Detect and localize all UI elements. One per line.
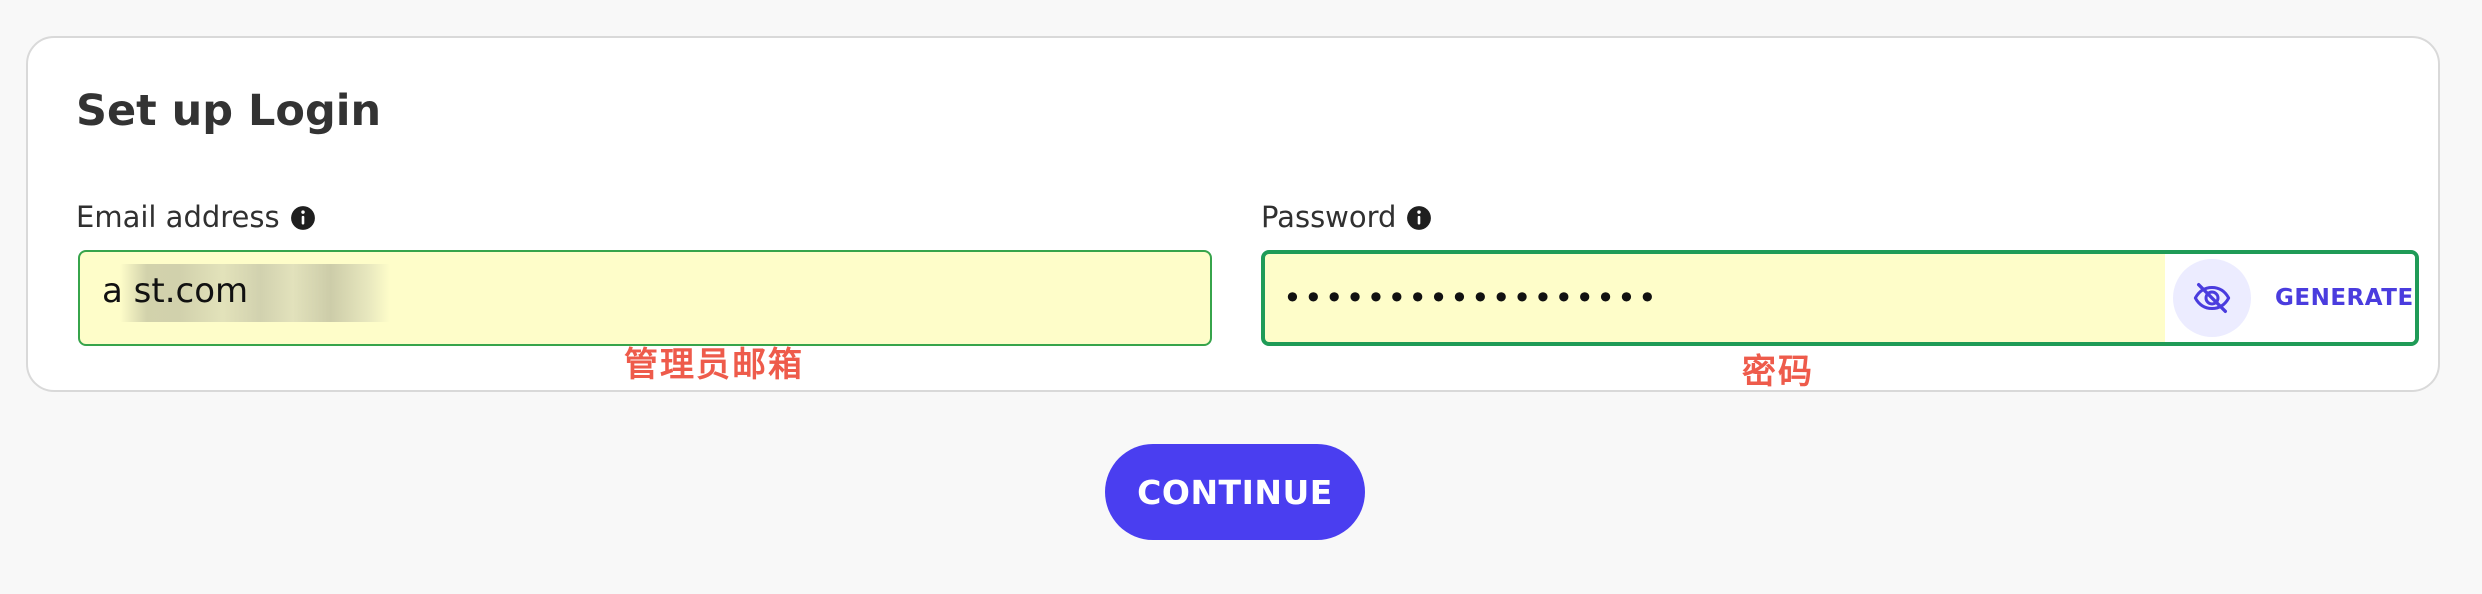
password-label-row: Password <box>1261 203 1432 232</box>
info-icon <box>1407 205 1432 230</box>
password-actions: GENERATE <box>2165 254 2415 342</box>
email-field[interactable]: a st.com <box>78 250 1212 346</box>
info-icon <box>290 205 315 230</box>
toggle-password-visibility-button[interactable] <box>2173 259 2251 337</box>
setup-login-card: Set up Login Email address a st.com 管理员邮… <box>26 36 2440 392</box>
password-annotation: 密码 <box>1742 352 1814 392</box>
generate-password-button[interactable]: GENERATE <box>2275 286 2414 310</box>
continue-button[interactable]: CONTINUE <box>1105 444 1365 540</box>
email-annotation: 管理员邮箱 <box>624 345 804 385</box>
password-label: Password <box>1261 200 1397 234</box>
email-field-value: a st.com <box>102 271 249 311</box>
password-field-value: •••••••••••••••••• <box>1283 279 1659 317</box>
email-label-row: Email address <box>76 203 316 232</box>
email-label: Email address <box>76 200 280 234</box>
password-field[interactable]: •••••••••••••••••• GENERATE <box>1261 250 2419 346</box>
eye-slash-icon <box>2193 283 2231 313</box>
page-title: Set up Login <box>76 86 382 136</box>
